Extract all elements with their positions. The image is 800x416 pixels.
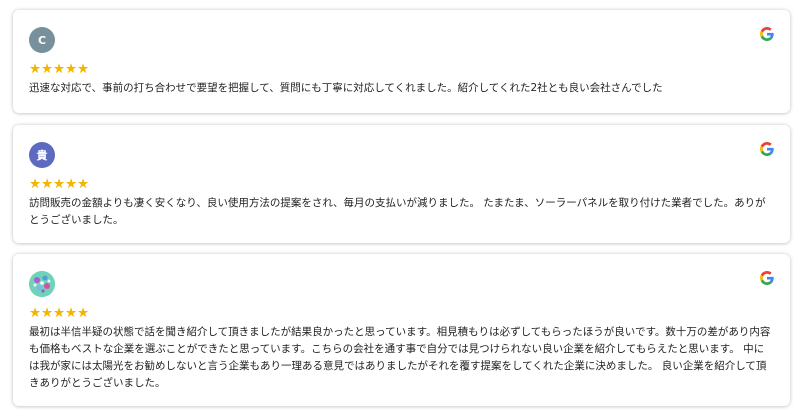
star-rating: ★ ★ ★ ★ ★ (29, 176, 774, 192)
star-icon: ★ (65, 61, 78, 77)
google-icon (760, 142, 774, 156)
star-icon: ★ (77, 61, 90, 77)
star-rating: ★ ★ ★ ★ ★ (29, 305, 774, 321)
star-icon: ★ (65, 305, 78, 321)
review-text: 迅速な対応で、事前の打ち合わせで要望を把握して、質問にも丁寧に対応してくれました… (29, 82, 663, 94)
google-icon (760, 27, 774, 41)
avatar: C (29, 27, 55, 53)
star-icon: ★ (29, 176, 42, 192)
avatar (29, 271, 55, 297)
review-text: 訪問販売の金額よりも凄く安くなり、良い使用方法の提案をされ、毎月の支払いが減りま… (29, 197, 766, 226)
review-text: 最初は半信半疑の状態で話を聞き紹介して頂きましたが結果良かったと思っています。相… (29, 326, 771, 389)
star-icon: ★ (29, 61, 42, 77)
star-icon: ★ (77, 176, 90, 192)
star-icon: ★ (53, 305, 66, 321)
review-card: ★ ★ ★ ★ ★ 最初は半信半疑の状態で話を聞き紹介して頂きましたが結果良かったと思っ… (13, 254, 790, 406)
star-icon: ★ (41, 176, 54, 192)
star-icon: ★ (41, 305, 54, 321)
avatar-pattern-icon (29, 271, 55, 297)
review-list: C ★ ★ ★ ★ ★ 迅速な対応で、事前の打ち合わせで要望を把握して、質問にも丁寧に対… (0, 0, 800, 416)
star-icon: ★ (65, 176, 78, 192)
review-card: C ★ ★ ★ ★ ★ 迅速な対応で、事前の打ち合わせで要望を把握して、質問にも丁寧に対… (13, 10, 790, 113)
google-icon (760, 271, 774, 285)
star-icon: ★ (53, 176, 66, 192)
review-card: 貴 ★ ★ ★ ★ ★ 訪問販売の金額よりも凄く安くなり、良い使用方法の提案をされ、毎月… (13, 125, 790, 243)
avatar: 貴 (29, 142, 55, 168)
avatar-initial: 貴 (36, 149, 48, 162)
star-icon: ★ (53, 61, 66, 77)
star-icon: ★ (41, 61, 54, 77)
star-rating: ★ ★ ★ ★ ★ (29, 61, 774, 77)
star-icon: ★ (77, 305, 90, 321)
avatar-initial: C (37, 33, 47, 47)
star-icon: ★ (29, 305, 42, 321)
